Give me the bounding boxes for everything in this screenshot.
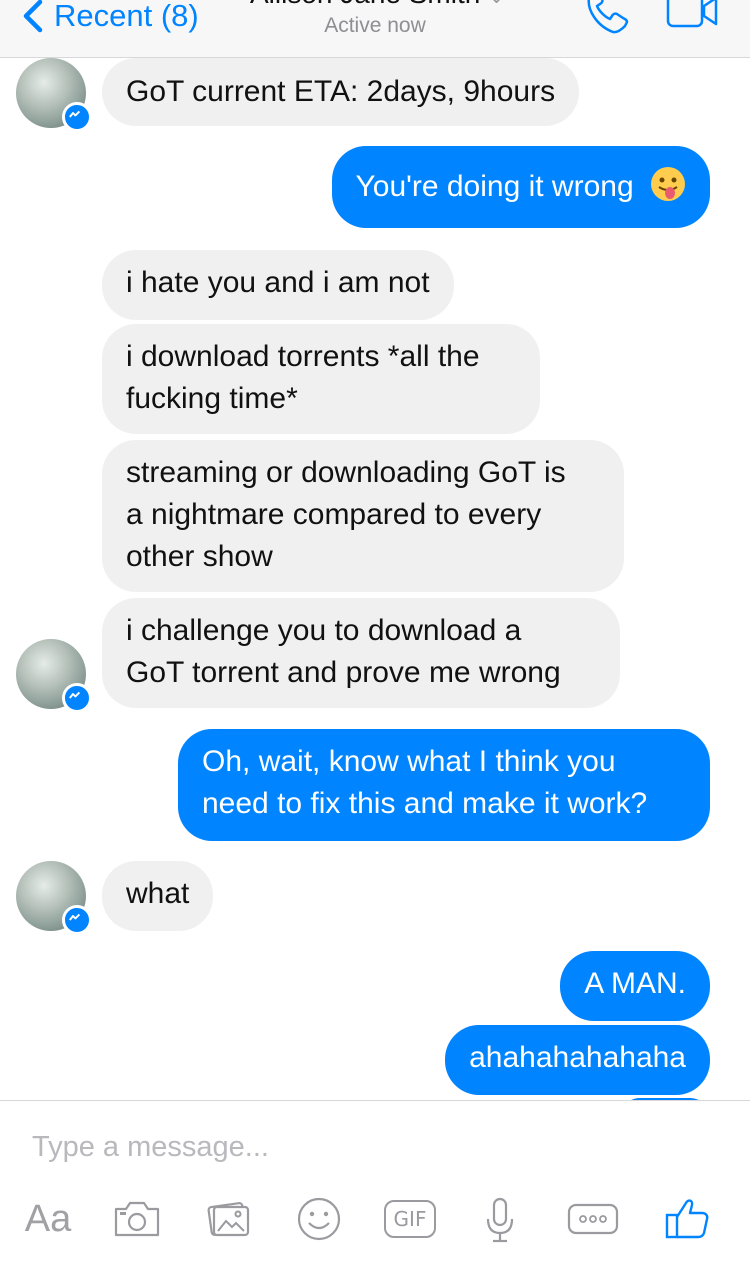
contact-name-text: Allison Jane Smith xyxy=(250,0,480,9)
messenger-badge-icon xyxy=(62,102,92,132)
message-text-line: fucking time* xyxy=(126,382,298,415)
microphone-icon[interactable] xyxy=(482,1191,518,1247)
messenger-badge-icon xyxy=(62,905,92,935)
message-bubble-outgoing[interactable]: A MAN. xyxy=(560,951,710,1021)
message-input[interactable] xyxy=(32,1125,712,1169)
message-text: ahahahahahaha xyxy=(469,1041,686,1074)
message-text-line: GoT torrent and prove me wrong xyxy=(126,656,561,689)
message-text-line: a nightmare compared to every xyxy=(126,498,542,531)
message-text-line: i challenge you to download a xyxy=(126,614,522,647)
message-text-line: i download torrents *all the xyxy=(126,340,480,373)
gif-icon[interactable]: GIF xyxy=(382,1191,438,1247)
thumbs-up-icon[interactable] xyxy=(662,1191,712,1247)
message-bubble-incoming[interactable]: what xyxy=(102,861,214,931)
messenger-badge-icon xyxy=(62,683,92,713)
tongue-out-emoji-icon xyxy=(651,167,685,201)
camera-icon[interactable] xyxy=(112,1191,162,1247)
back-button-label: Recent (8) xyxy=(54,0,199,33)
emoji-icon[interactable] xyxy=(296,1191,342,1247)
composer-toolbar: Aa GIF xyxy=(0,1191,750,1251)
contact-avatar[interactable] xyxy=(16,58,92,132)
message-text: A MAN. xyxy=(584,967,686,1000)
message-text-line: Oh, wait, know what I think you xyxy=(202,745,616,778)
message-bubble-incoming[interactable]: streaming or downloading GoT is a nightm… xyxy=(102,440,624,592)
video-camera-icon[interactable] xyxy=(664,0,720,30)
message-bubble-incoming[interactable]: i challenge you to download a GoT torren… xyxy=(102,598,620,708)
presence-status: Active now xyxy=(324,14,426,37)
message-bubble-outgoing[interactable]: ahahahahahaha xyxy=(445,1025,710,1095)
conversation-header: Recent (8) Allison Jane Smith ⌄ Active n… xyxy=(0,0,750,58)
message-bubble-incoming[interactable]: GoT current ETA: 2days, 9hours xyxy=(102,58,580,126)
message-text: i hate you and i am not xyxy=(126,266,430,299)
message-bubble-incoming[interactable]: i hate you and i am not xyxy=(102,250,454,320)
message-bubble-outgoing[interactable]: Oh, wait, know what I think you need to … xyxy=(178,729,710,841)
chevron-left-icon xyxy=(23,0,43,33)
back-button[interactable]: Recent (8) xyxy=(14,0,199,38)
message-bubble-incoming[interactable]: i download torrents *all the fucking tim… xyxy=(102,324,540,434)
chevron-down-icon: ⌄ xyxy=(488,0,505,8)
message-thread[interactable]: GoT current ETA: 2days, 9hours You're do… xyxy=(0,58,750,1100)
message-composer: Aa GIF xyxy=(0,1100,750,1262)
text-format-icon[interactable]: Aa xyxy=(18,1191,78,1247)
photo-gallery-icon[interactable] xyxy=(204,1191,254,1247)
message-bubble-outgoing[interactable]: You're doing it wrong xyxy=(331,146,710,228)
more-icon[interactable] xyxy=(566,1191,620,1247)
message-text-line: other show xyxy=(126,540,273,573)
contact-avatar[interactable] xyxy=(16,861,92,935)
contact-avatar[interactable] xyxy=(16,639,92,713)
message-text-line: need to fix this and make it work? xyxy=(202,787,648,820)
message-text: GoT current ETA: 2days, 9hours xyxy=(126,75,556,108)
message-text-line: streaming or downloading GoT is xyxy=(126,456,566,489)
message-text: what xyxy=(126,877,190,910)
gif-label: GIF xyxy=(384,1200,436,1238)
contact-name[interactable]: Allison Jane Smith ⌄ xyxy=(250,0,505,10)
message-text: You're doing it wrong xyxy=(355,170,634,203)
phone-icon[interactable] xyxy=(583,0,631,36)
